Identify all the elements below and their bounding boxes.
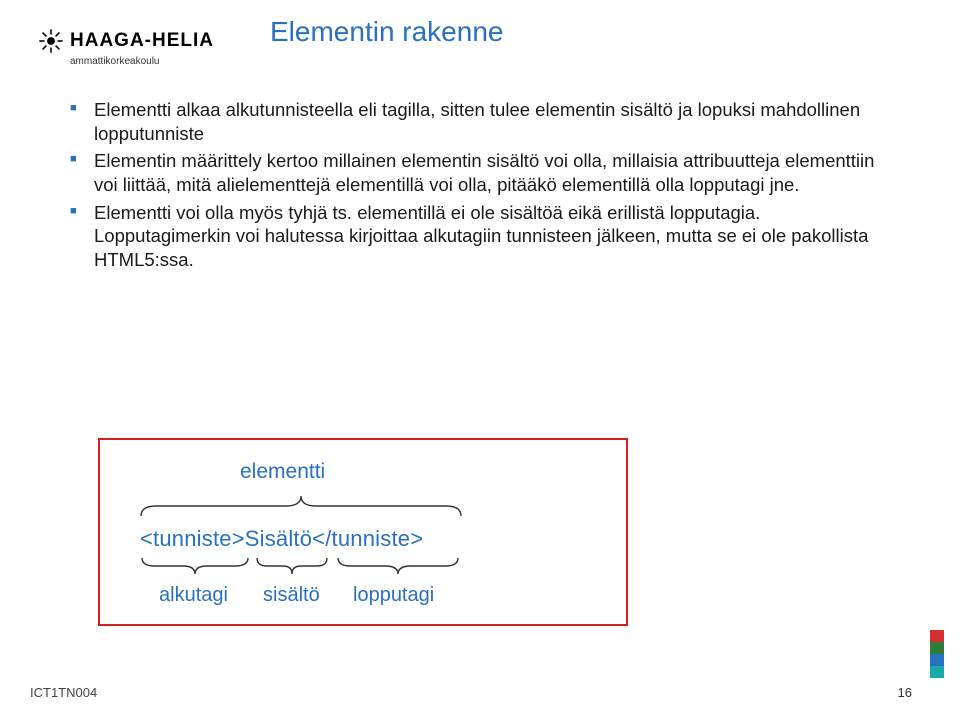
- label-start-tag: alkutagi: [159, 584, 228, 607]
- brand-logo: HAAGA-HELIA ammattikorkeakoulu: [38, 28, 218, 67]
- brace-end-tag: [333, 554, 463, 578]
- palette-swatch: [930, 654, 944, 666]
- diagram-top-label: elementti: [240, 460, 325, 484]
- brace-content: [253, 554, 331, 578]
- list-item: Elementin määrittely kertoo millainen el…: [70, 149, 890, 196]
- label-end-tag: lopputagi: [353, 584, 434, 607]
- palette-icon: [930, 630, 944, 678]
- slide-title: Elementin rakenne: [270, 16, 503, 48]
- sun-icon: [38, 28, 64, 54]
- logo-subtitle: ammattikorkeakoulu: [70, 56, 218, 67]
- label-content: sisältö: [263, 584, 320, 607]
- palette-swatch: [930, 642, 944, 654]
- bullet-list: Elementti alkaa alkutunnisteella eli tag…: [70, 98, 890, 276]
- logo-name: HAAGA-HELIA: [70, 30, 214, 52]
- course-code: ICT1TN004: [30, 685, 97, 700]
- diagram-code: <tunniste>Sisältö</tunniste>: [140, 526, 423, 552]
- page-number: 16: [898, 685, 912, 700]
- palette-swatch: [930, 630, 944, 642]
- list-item: Elementti alkaa alkutunnisteella eli tag…: [70, 98, 890, 145]
- palette-swatch: [930, 666, 944, 678]
- brace-top: [136, 492, 466, 520]
- list-item: Elementti voi olla myös tyhjä ts. elemen…: [70, 201, 890, 272]
- logo-top-row: HAAGA-HELIA: [38, 28, 218, 54]
- brace-start-tag: [137, 554, 253, 578]
